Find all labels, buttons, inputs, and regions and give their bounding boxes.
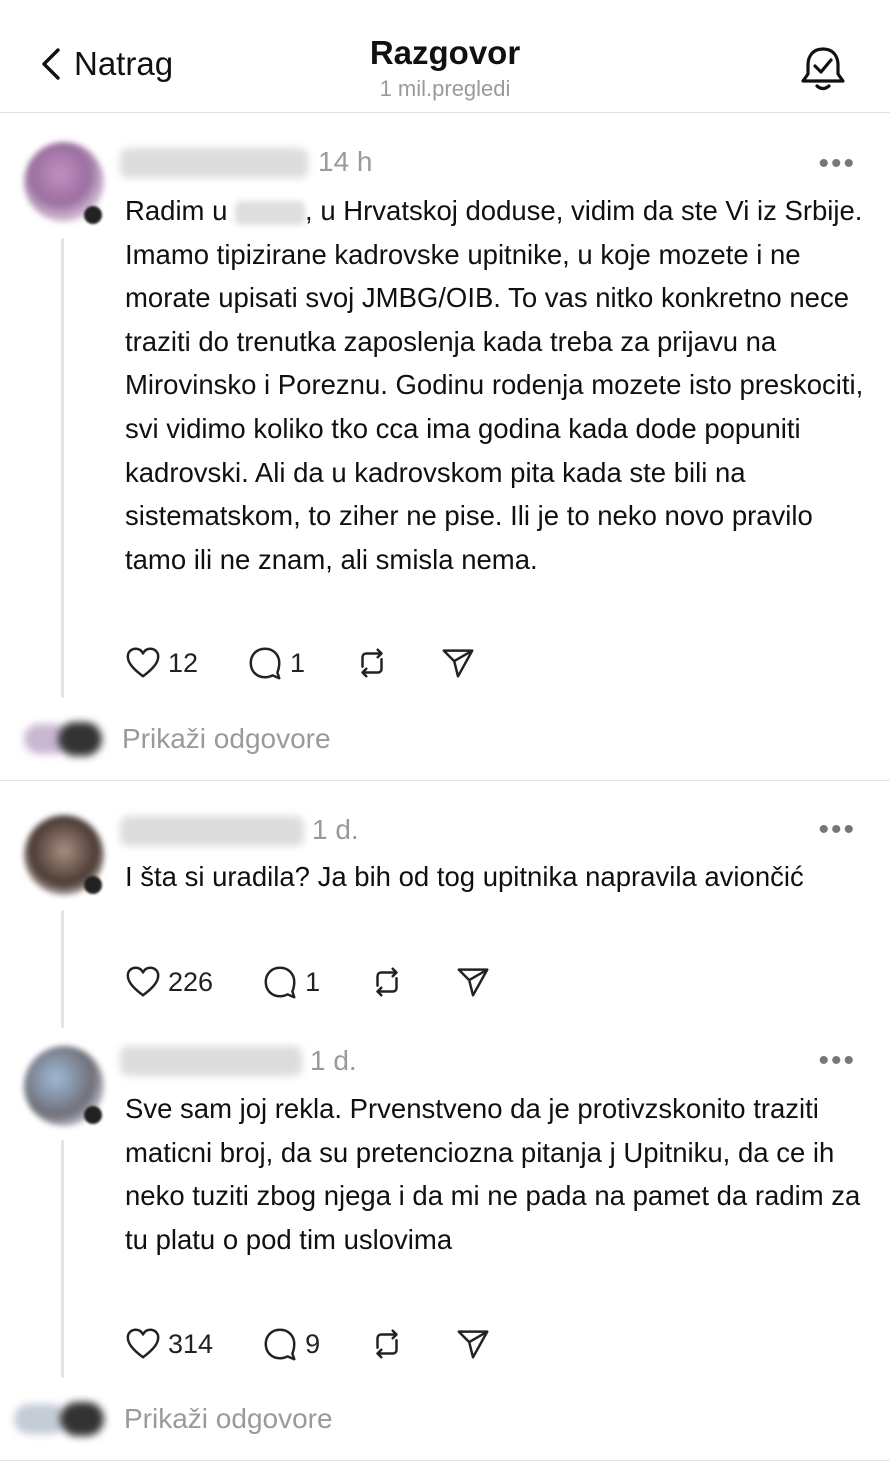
divider — [0, 780, 890, 781]
show-replies-row[interactable]: Prikaži odgovore — [24, 722, 331, 756]
like-count: 314 — [168, 1328, 214, 1359]
reply-avatars — [24, 722, 104, 756]
comment-button[interactable]: 1 — [261, 963, 320, 1001]
post-actions: 226 1 — [124, 963, 492, 1001]
comment-count: 9 — [305, 1328, 321, 1359]
share-button[interactable] — [454, 1325, 492, 1363]
show-replies-row[interactable]: Prikaži odgovore — [14, 1402, 333, 1436]
like-count: 12 — [168, 647, 199, 678]
repost-icon — [376, 1329, 398, 1359]
username[interactable] — [120, 148, 308, 178]
username[interactable] — [120, 816, 304, 846]
repost-button[interactable] — [368, 1325, 406, 1363]
like-button[interactable]: 226 — [124, 963, 213, 1001]
comment-button[interactable]: 1 — [246, 644, 305, 682]
heart-icon — [126, 647, 160, 678]
repost-button[interactable] — [353, 644, 391, 682]
post-text-start: Radim u — [125, 195, 228, 226]
comment-count: 1 — [305, 966, 321, 997]
bell-check-icon[interactable] — [798, 44, 848, 94]
more-options-button[interactable]: ••• — [818, 1046, 856, 1076]
thread-line — [61, 910, 64, 1028]
top-bar: Natrag Razgovor 1 mil.pregledi — [0, 0, 890, 113]
avatar-badge — [84, 876, 102, 894]
post-text: Sve sam joj rekla. Prvenstveno da je pro… — [125, 1093, 861, 1255]
reply-avatars — [14, 1402, 106, 1436]
share-button[interactable] — [439, 644, 477, 682]
share-icon — [457, 968, 489, 997]
like-button[interactable]: 314 — [124, 1325, 213, 1363]
view-count: 1 mil.pregledi — [379, 76, 511, 101]
post-actions: 12 1 — [124, 644, 477, 682]
title-block: Razgovor 1 mil.pregledi — [0, 34, 890, 102]
post-time: 14 h — [318, 146, 373, 177]
share-button[interactable] — [454, 963, 492, 1001]
comment-icon — [264, 966, 296, 999]
thread-line — [61, 238, 64, 698]
comment-icon — [264, 1328, 296, 1361]
page-title: Razgovor — [369, 34, 521, 71]
comment-button[interactable]: 9 — [261, 1325, 320, 1363]
comment-count: 1 — [290, 647, 306, 678]
post-text: Radim u , u Hrvatskoj doduse, vidim da s… — [125, 189, 870, 581]
heart-icon — [126, 1328, 160, 1359]
username[interactable] — [120, 1046, 302, 1076]
post-text-rest: , u Hrvatskoj doduse, vidim da ste Vi iz… — [125, 195, 864, 575]
post-text: I šta si uradila? Ja bih od tog upitnika… — [125, 861, 804, 892]
repost-icon — [361, 648, 383, 678]
post-time: 1 d. — [310, 1045, 357, 1076]
repost-button[interactable] — [368, 963, 406, 1001]
repost-icon — [376, 967, 398, 997]
like-button[interactable]: 12 — [124, 644, 198, 682]
heart-icon — [126, 966, 160, 997]
show-replies-link[interactable]: Prikaži odgovore — [122, 723, 331, 755]
divider — [0, 1460, 890, 1461]
more-options-button[interactable]: ••• — [818, 149, 856, 179]
share-icon — [457, 1330, 489, 1359]
post-actions: 314 9 — [124, 1325, 492, 1363]
share-icon — [442, 649, 474, 678]
comment-icon — [249, 647, 281, 680]
show-replies-link[interactable]: Prikaži odgovore — [124, 1403, 333, 1435]
redacted-word — [235, 200, 306, 225]
thread-line — [61, 1140, 64, 1378]
more-options-button[interactable]: ••• — [818, 815, 856, 845]
post-time: 1 d. — [312, 814, 359, 845]
avatar-badge — [84, 1106, 102, 1124]
avatar-badge — [84, 206, 102, 224]
like-count: 226 — [168, 966, 214, 997]
